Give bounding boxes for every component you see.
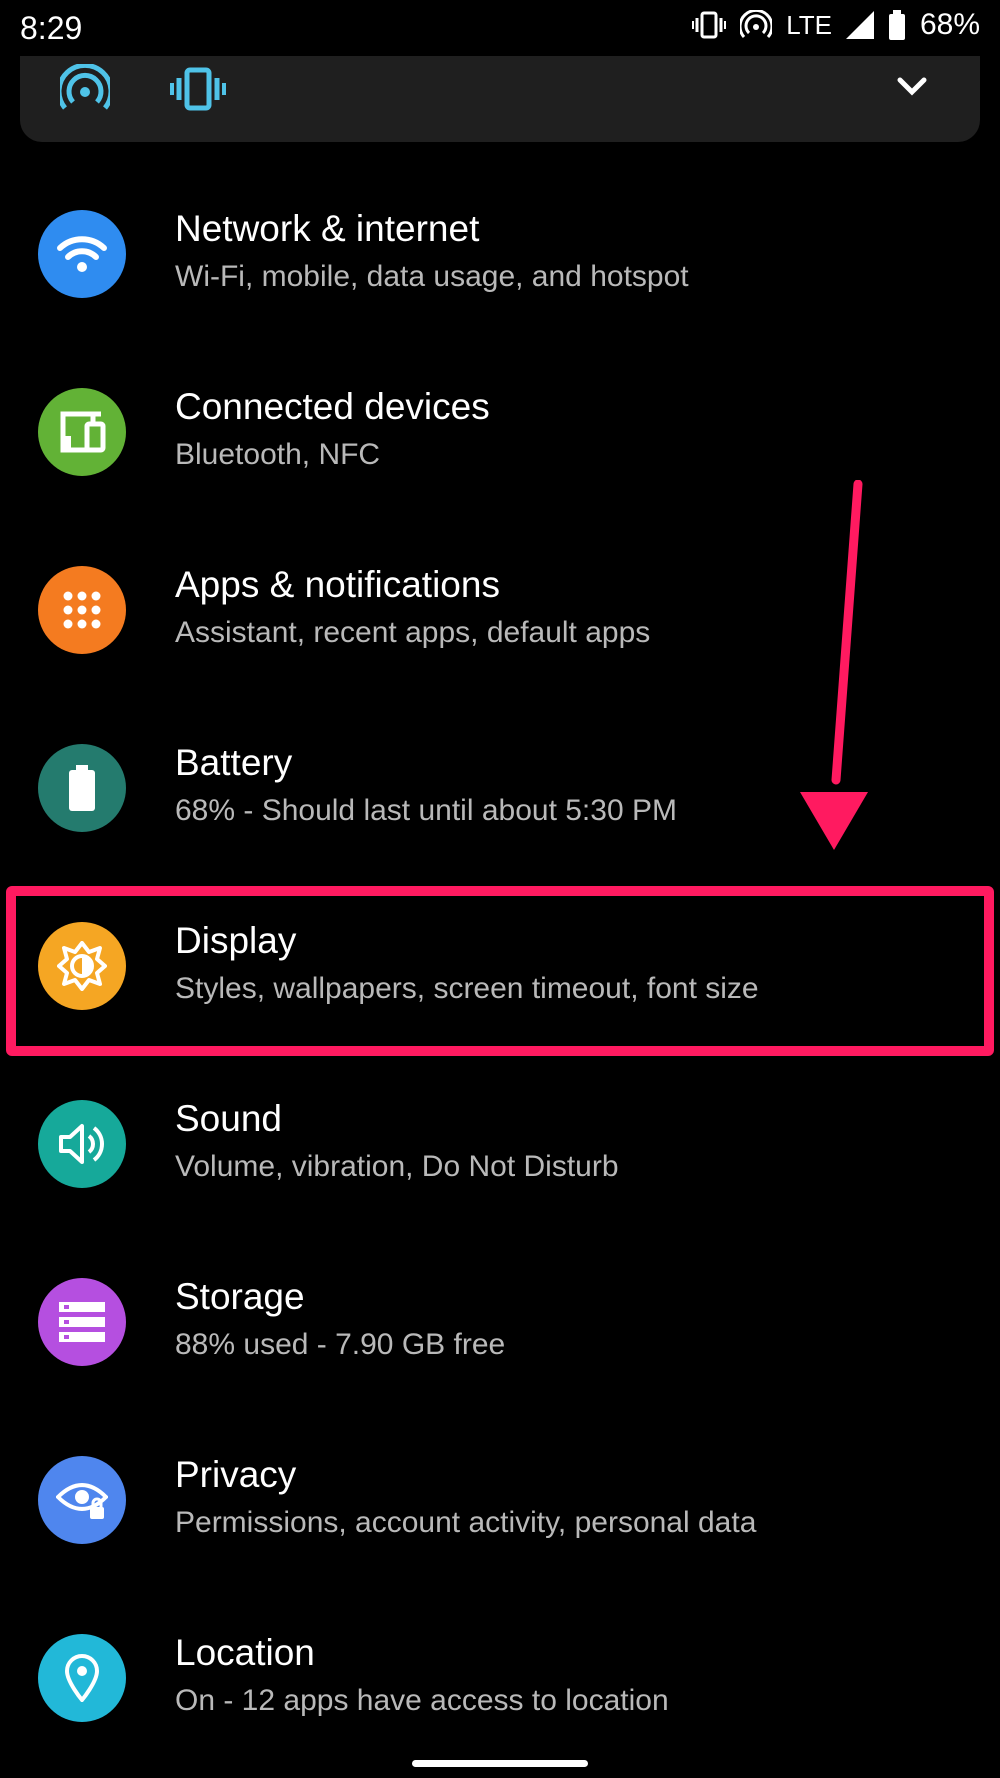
settings-item-subtitle: 68% - Should last until about 5:30 PM — [175, 794, 677, 827]
hotspot-icon[interactable] — [56, 62, 114, 119]
settings-item-title: Battery — [175, 742, 293, 783]
status-bar: 8:29 LTE 68% — [0, 0, 1000, 60]
vibrate-icon[interactable] — [170, 64, 226, 119]
wifi-icon — [38, 210, 126, 298]
status-icons: LTE 68% — [692, 8, 980, 42]
vibrate-icon — [692, 10, 727, 40]
settings-item-subtitle: Volume, vibration, Do Not Disturb — [175, 1150, 619, 1183]
signal-icon — [845, 11, 874, 39]
battery-icon — [888, 10, 906, 40]
network-type: LTE — [786, 9, 832, 40]
gesture-nav-handle[interactable] — [412, 1760, 588, 1767]
settings-item-privacy[interactable]: Privacy Permissions, account activity, p… — [0, 1406, 1000, 1584]
storage-icon — [38, 1278, 126, 1366]
volume-icon — [38, 1100, 126, 1188]
hotspot-icon — [740, 10, 773, 40]
settings-item-subtitle: Permissions, account activity, personal … — [175, 1506, 757, 1539]
devices-icon — [38, 388, 126, 476]
settings-item-subtitle: Wi-Fi, mobile, data usage, and hotspot — [175, 260, 689, 293]
settings-item-sound[interactable]: Sound Volume, vibration, Do Not Disturb — [0, 1050, 1000, 1228]
location-pin-icon — [38, 1634, 126, 1722]
battery-icon — [38, 744, 126, 832]
privacy-eye-icon — [38, 1456, 126, 1544]
settings-item-title: Network & internet — [175, 208, 480, 249]
status-time: 8:29 — [20, 10, 83, 46]
settings-item-location[interactable]: Location On - 12 apps have access to loc… — [0, 1584, 1000, 1762]
arrow-down-icon — [790, 479, 900, 865]
settings-item-subtitle: 88% used - 7.90 GB free — [175, 1328, 506, 1361]
settings-item-title: Location — [175, 1632, 315, 1673]
settings-item-subtitle: On - 12 apps have access to location — [175, 1684, 669, 1717]
battery-percent: 68% — [919, 8, 980, 41]
settings-item-title: Sound — [175, 1098, 282, 1139]
settings-item-subtitle: Bluetooth, NFC — [175, 438, 381, 471]
settings-item-network[interactable]: Network & internet Wi-Fi, mobile, data u… — [0, 160, 1000, 338]
settings-item-title: Connected devices — [175, 386, 490, 427]
apps-grid-icon — [38, 566, 126, 654]
display-highlight-box — [6, 886, 994, 1056]
settings-item-title: Apps & notifications — [175, 564, 500, 605]
chevron-down-icon[interactable] — [894, 68, 930, 109]
settings-item-title: Privacy — [175, 1454, 297, 1495]
settings-item-subtitle: Assistant, recent apps, default apps — [175, 616, 651, 649]
settings-item-title: Storage — [175, 1276, 305, 1317]
quick-settings-panel[interactable] — [20, 56, 980, 142]
settings-item-storage[interactable]: Storage 88% used - 7.90 GB free — [0, 1228, 1000, 1406]
